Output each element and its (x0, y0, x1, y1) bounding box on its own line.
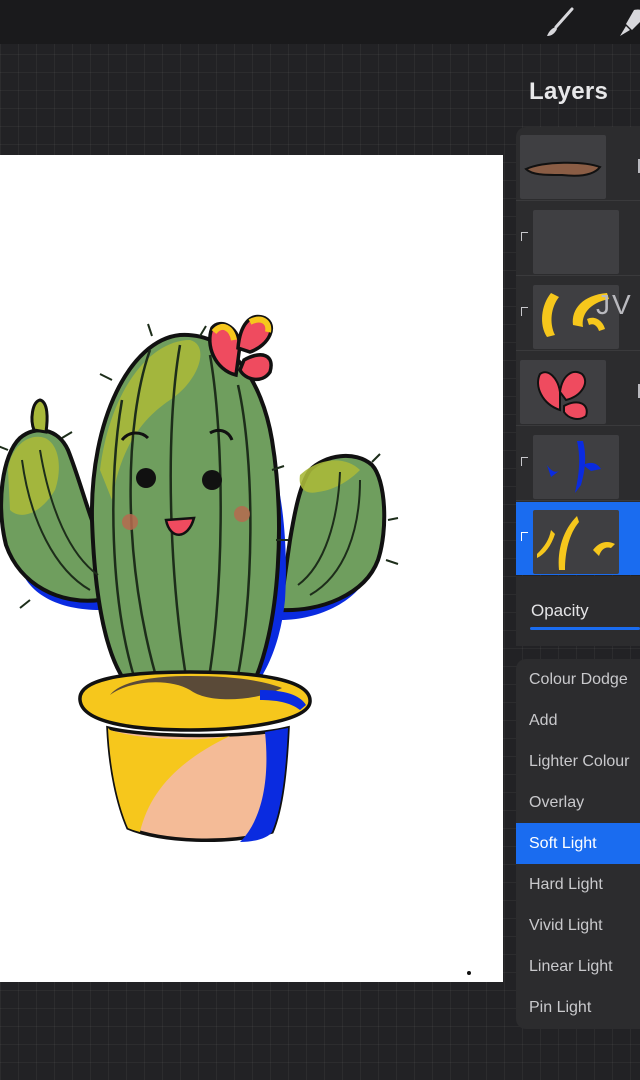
layers-panel-title: Layers (529, 78, 609, 105)
blend-mode-add[interactable]: Add (516, 700, 640, 741)
blend-mode-colour-dodge[interactable]: Colour Dodge (516, 659, 640, 700)
blend-mode-soft-light[interactable]: Soft Light (516, 823, 640, 864)
layer-row-mouth[interactable] (516, 127, 640, 201)
layer-thumbnail (520, 135, 606, 199)
clipping-mask-icon (521, 232, 528, 241)
layer-row-flower[interactable] (516, 352, 640, 426)
blend-mode-overlay[interactable]: Overlay (516, 782, 640, 823)
blend-mode-linear-light[interactable]: Linear Light (516, 946, 640, 987)
blend-mode-menu: Colour Dodge Add Lighter Colour Overlay … (516, 659, 640, 1029)
clipping-mask-icon (521, 532, 528, 541)
clipping-mask-icon (521, 307, 528, 316)
opacity-label: Opacity (531, 601, 589, 620)
cactus-artwork (0, 314, 399, 843)
blend-mode-vivid-light[interactable]: Vivid Light (516, 905, 640, 946)
paint-brush-icon[interactable] (540, 6, 576, 40)
opacity-slider[interactable] (530, 627, 640, 630)
opacity-control: Opacity (516, 576, 640, 646)
blend-mode-lighter-colour[interactable]: Lighter Colour (516, 741, 640, 782)
top-toolbar (0, 0, 640, 44)
layer-thumbnail (533, 435, 619, 499)
layer-row-empty[interactable] (516, 202, 640, 276)
blend-mode-hard-light[interactable]: Hard Light (516, 864, 640, 905)
layer-row-yellow-strokes[interactable]: JV (516, 277, 640, 351)
blend-mode-pin-light[interactable]: Pin Light (516, 987, 640, 1028)
canvas-cursor-dot (467, 971, 471, 975)
drawing-canvas[interactable] (0, 155, 503, 982)
layer-row-blue-strokes[interactable] (516, 427, 640, 501)
layers-panel: JV (516, 127, 640, 575)
layer-thumbnail (520, 360, 606, 424)
clipping-mask-icon (521, 457, 528, 466)
layer-name-fragment: JV (596, 289, 633, 320)
layer-thumbnail (533, 210, 619, 274)
layer-row-selected[interactable] (516, 502, 640, 575)
smudge-icon[interactable] (614, 6, 640, 40)
layer-thumbnail (533, 510, 619, 574)
